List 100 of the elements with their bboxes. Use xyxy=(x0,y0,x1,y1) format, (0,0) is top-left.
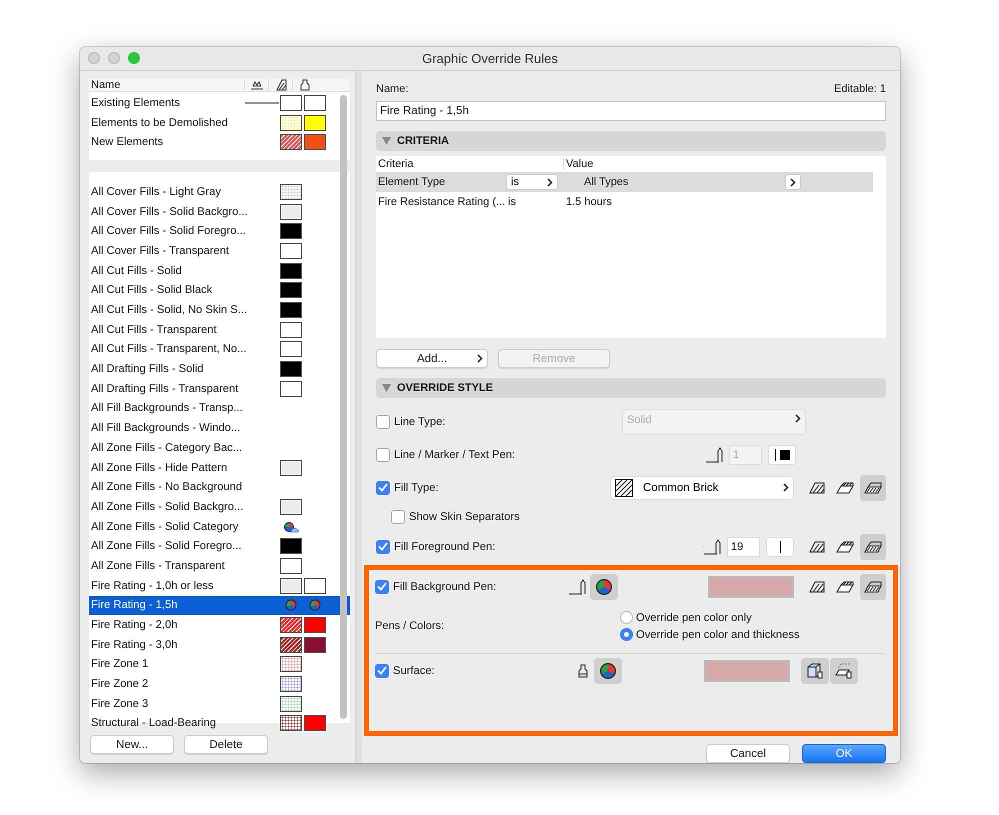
pen-number-field[interactable]: 19 xyxy=(727,536,760,556)
checkbox[interactable] xyxy=(376,540,390,554)
rule-list-item[interactable]: All Zone Fills - Solid Backgro... xyxy=(89,497,350,517)
fill-scope-button[interactable] xyxy=(860,534,886,560)
rule-list-item[interactable]: Fire Rating - 1,0h or less xyxy=(89,576,350,596)
pen-thickness-button[interactable] xyxy=(766,536,794,556)
checkbox[interactable] xyxy=(375,664,389,678)
fill-scope-button[interactable] xyxy=(860,574,886,600)
rule-list-item[interactable]: Fire Zone 3 xyxy=(89,694,350,714)
rule-list-item[interactable]: Elements to be Demolished xyxy=(89,112,350,132)
cube-brush-icon xyxy=(806,662,824,680)
cover-fill-icon xyxy=(836,482,854,494)
color-swatch[interactable] xyxy=(704,660,790,682)
rule-list-item[interactable]: All Cut Fills - Solid, No Skin S... xyxy=(89,300,350,320)
window-title: Graphic Override Rules xyxy=(422,51,558,66)
surface-scope-button[interactable] xyxy=(801,658,829,684)
pen-color-icon xyxy=(598,662,617,680)
rule-list-item[interactable]: Fire Rating - 3,0h xyxy=(89,634,350,655)
cut-fill-icon xyxy=(809,482,825,494)
pen-color-button[interactable] xyxy=(590,574,618,600)
cover-fill-icon xyxy=(836,580,854,592)
operator-popup[interactable]: is xyxy=(506,174,558,190)
section-header[interactable]: CRITERIA xyxy=(376,131,886,151)
cut-fill-icon xyxy=(809,580,825,592)
criteria-row[interactable]: Fire Resistance Rating (... is 1.5 hours xyxy=(376,192,873,212)
rule-list-item[interactable]: All Cover Fills - Solid Backgro... xyxy=(89,202,350,222)
surface-scope-button[interactable] xyxy=(830,658,858,684)
cancel-button[interactable]: Cancel xyxy=(706,744,790,763)
rule-list-item[interactable]: All Zone Fills - No Background xyxy=(89,477,350,498)
cover-fill-icon xyxy=(836,540,854,552)
option-label: Fill Background Pen: xyxy=(393,580,496,592)
rule-list-item[interactable]: All Zone Fills - Solid Category xyxy=(89,516,350,536)
rule-list-item[interactable]: All Zone Fills - Transparent xyxy=(89,556,350,576)
value-cell: All Types xyxy=(584,176,628,188)
color-swatch[interactable] xyxy=(708,576,794,598)
rule-list-item[interactable]: All Cover Fills - Light Gray xyxy=(89,182,350,202)
section-header[interactable]: OVERRIDE STYLE xyxy=(376,378,886,398)
pen-thickness-button[interactable] xyxy=(768,444,796,464)
option-label: Show Skin Separators xyxy=(409,511,520,523)
criteria-cell-text: Element Type xyxy=(377,176,446,188)
rule-list-item[interactable]: All Cover Fills - Solid Foregro... xyxy=(89,221,350,242)
radio-label: Override pen color only xyxy=(636,612,752,624)
chevron-icon xyxy=(547,178,553,186)
rule-list-item[interactable]: All Fill Backgrounds - Transp... xyxy=(89,398,350,418)
name-field[interactable]: Fire Rating - 1,5h xyxy=(376,101,886,121)
fill-column-icon xyxy=(274,79,286,91)
hatch-pattern-icon xyxy=(615,478,633,496)
rule-list-item[interactable]: All Zone Fills - Category Bac... xyxy=(89,438,350,458)
add-button[interactable]: Add... xyxy=(376,349,488,368)
rule-list-item[interactable]: Fire Rating - 2,0h xyxy=(89,615,350,635)
pen-color-icon xyxy=(285,599,297,612)
rule-list-item[interactable]: Fire Zone 2 xyxy=(89,674,350,694)
radio-button[interactable] xyxy=(620,611,633,624)
rule-list-item[interactable]: Existing Elements xyxy=(89,93,350,113)
rule-list-item[interactable]: Structural - Load-Bearing xyxy=(89,714,350,734)
list-button[interactable]: Delete xyxy=(184,735,268,754)
rule-list-item[interactable]: All Zone Fills - Solid Foregro... xyxy=(89,536,350,556)
category-color-icon xyxy=(283,520,299,533)
rule-list-item[interactable]: Fire Rating - 1,5h xyxy=(89,596,350,616)
chevron-icon xyxy=(790,178,796,186)
drafting-fill-icon xyxy=(864,540,882,552)
checkbox[interactable] xyxy=(375,580,389,594)
rule-list-item[interactable]: All Cut Fills - Solid Black xyxy=(89,280,350,300)
value-popup-button[interactable] xyxy=(785,174,801,190)
brush-icon xyxy=(578,664,588,678)
checkbox[interactable] xyxy=(376,480,390,494)
checkbox[interactable] xyxy=(391,510,405,524)
operator-cell-text: is xyxy=(507,196,517,208)
rule-list-item[interactable]: Fire Zone 1 xyxy=(89,654,350,674)
chevron-icon xyxy=(783,483,789,492)
column-header: Criteria xyxy=(377,158,414,170)
fill-type-popup[interactable]: Common Brick xyxy=(610,476,794,500)
scrollbar[interactable] xyxy=(340,95,347,719)
option-label: Line Type: xyxy=(394,416,446,428)
rule-list-item[interactable]: All Cut Fills - Solid xyxy=(89,260,350,280)
rule-list-item[interactable]: New Elements xyxy=(89,132,350,152)
rule-list-item[interactable]: All Cover Fills - Transparent xyxy=(89,241,350,261)
option-label: Fill Type: xyxy=(394,482,439,494)
criteria-row[interactable]: Element Type is All Types xyxy=(376,172,873,192)
value-cell-text: 1.5 hours xyxy=(565,196,613,208)
pen-color-icon xyxy=(595,578,614,596)
chevron-icon xyxy=(477,354,483,363)
disclosure-triangle-icon xyxy=(382,137,391,145)
cut-fill-icon xyxy=(809,540,825,552)
option-label: Pens / Colors: xyxy=(375,620,446,632)
radio-button[interactable] xyxy=(620,628,633,641)
rule-list-item[interactable]: All Cut Fills - Transparent, No... xyxy=(89,340,350,360)
pen-icon xyxy=(568,578,588,594)
rule-list-item[interactable]: All Drafting Fills - Solid xyxy=(89,359,350,379)
rule-list-item[interactable]: All Zone Fills - Hide Pattern xyxy=(89,458,350,478)
list-button[interactable]: New... xyxy=(90,735,174,754)
fill-scope-button[interactable] xyxy=(860,474,886,500)
option-label: Fill Foreground Pen: xyxy=(394,540,496,552)
rule-list-item[interactable]: All Cut Fills - Transparent xyxy=(89,320,350,340)
surface-color-button[interactable] xyxy=(594,658,622,684)
drafting-fill-icon xyxy=(864,580,882,592)
rule-list-item[interactable]: All Drafting Fills - Transparent xyxy=(89,378,350,399)
line-column-icon xyxy=(250,80,264,90)
rule-list-item[interactable]: All Fill Backgrounds - Windo... xyxy=(89,418,350,438)
option-label: Surface: xyxy=(393,664,435,676)
